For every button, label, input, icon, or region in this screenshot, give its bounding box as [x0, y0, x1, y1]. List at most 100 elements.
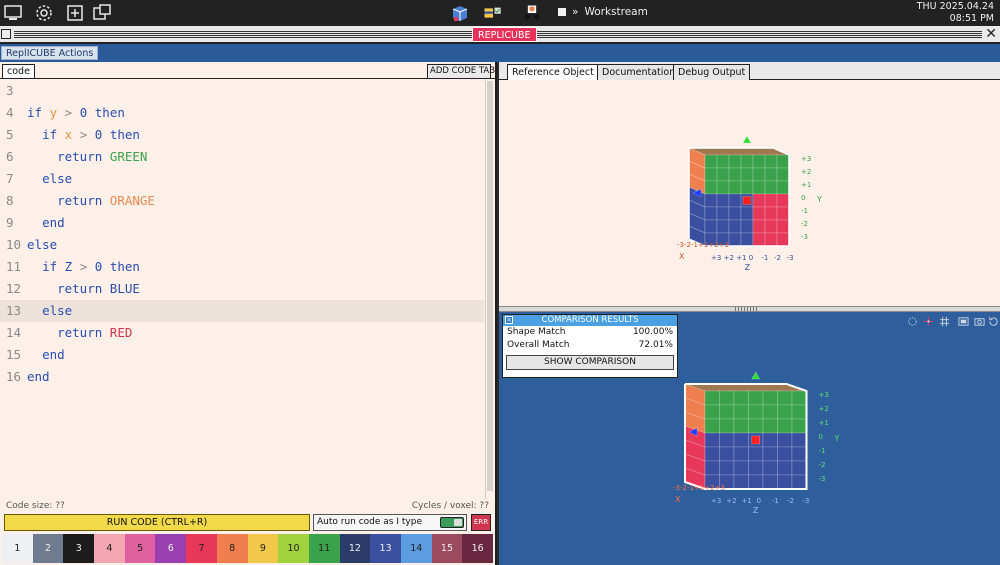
palette-swatch-9[interactable]: 9	[247, 534, 279, 563]
auto-run-toggle[interactable]	[440, 517, 464, 528]
code-line[interactable]: 13 else	[0, 300, 484, 322]
minimize-button[interactable]	[1, 29, 11, 39]
z-axis-label: Z	[753, 506, 759, 515]
front-voxel	[777, 446, 793, 462]
slice-icon[interactable]	[958, 316, 969, 327]
code-line[interactable]: 7 else	[0, 168, 484, 190]
close-icon[interactable]: ×	[505, 316, 513, 324]
axes-icon[interactable]	[923, 316, 934, 327]
palette-swatch-16[interactable]: 16	[462, 534, 493, 563]
y-tick-label: -3	[801, 233, 808, 241]
code-line[interactable]: 8 return ORANGE	[0, 190, 484, 212]
front-voxel	[733, 432, 749, 448]
line-text: else	[42, 171, 73, 186]
palette-swatch-8[interactable]: 8	[216, 534, 248, 563]
line-text: if Z > 0 then	[42, 259, 140, 274]
front-voxel	[728, 180, 742, 195]
palette-swatch-5[interactable]: 5	[124, 534, 156, 563]
code-line[interactable]: 9 end	[0, 212, 484, 234]
users-app-icon[interactable]	[522, 3, 548, 23]
add-window-icon[interactable]	[65, 3, 85, 23]
comparison-title-bar: × COMPARISON RESULTS	[503, 315, 677, 326]
palette-swatch-14[interactable]: 14	[400, 534, 432, 563]
front-voxel	[704, 446, 720, 462]
stop-icon	[558, 8, 566, 16]
front-voxel	[764, 193, 778, 208]
camera-icon[interactable]	[974, 316, 985, 327]
code-line[interactable]: 15 end	[0, 344, 484, 366]
code-line[interactable]: 4 if y > 0 then	[0, 102, 484, 124]
code-line[interactable]: 10 else	[0, 234, 484, 256]
reference-cube: +3+2+10-1-2-3Y+3 +2 +1 0 -1 -2 -3Z-3-2-1+1+2+3…	[677, 135, 822, 272]
line-number: 15	[6, 347, 22, 362]
scrollbar-thumb[interactable]	[487, 81, 493, 491]
auto-run-toggle-row[interactable]: Auto run code as I type	[313, 514, 467, 531]
palette-swatch-3[interactable]: 3	[63, 534, 95, 563]
close-icon[interactable]: ✕	[985, 27, 997, 41]
editor-scrollbar[interactable]	[485, 79, 494, 499]
error-button[interactable]: ERR	[471, 514, 491, 531]
front-voxel	[777, 460, 793, 476]
code-tab[interactable]: code	[2, 64, 35, 79]
code-editor[interactable]: 3 4 if y > 0 then 5 if x > 0 then 6 return G…	[0, 79, 484, 499]
palette-swatch-15[interactable]: 15	[431, 534, 463, 563]
y-axis-marker	[751, 371, 761, 380]
gear-icon[interactable]	[34, 3, 54, 23]
code-line[interactable]: 5 if x > 0 then	[0, 124, 484, 146]
clock: THU 2025.04.24 08:51 PM	[917, 1, 994, 25]
front-voxel	[704, 460, 720, 476]
shape-match-row: Shape Match 100.00%	[503, 326, 677, 339]
run-code-button[interactable]: RUN CODE (CTRL+R)	[4, 514, 310, 531]
front-voxel	[719, 390, 735, 406]
front-voxel	[791, 404, 807, 420]
front-voxel	[733, 390, 749, 406]
palette-swatch-11[interactable]: 11	[308, 534, 340, 563]
tab-documentation[interactable]: Documentation	[597, 64, 681, 80]
palette-swatch-6[interactable]: 6	[155, 534, 187, 563]
monitor-icon[interactable]	[3, 3, 23, 23]
tab-reference-object[interactable]: Reference Object	[507, 64, 599, 80]
front-voxel	[764, 154, 778, 169]
line-number: 12	[6, 281, 22, 296]
line-text: if x > 0 then	[42, 127, 140, 142]
cube-app-icon[interactable]	[450, 3, 472, 23]
palette-swatch-13[interactable]: 13	[370, 534, 401, 563]
code-line[interactable]: 3	[0, 80, 484, 102]
line-text: else	[42, 303, 73, 318]
palette-swatch-4[interactable]: 4	[94, 534, 125, 563]
code-line[interactable]: 6 return GREEN	[0, 146, 484, 168]
windows-icon[interactable]	[92, 3, 112, 23]
palette-swatch-12[interactable]: 12	[339, 534, 371, 563]
z-tick-label: -2	[774, 254, 781, 262]
reset-view-icon[interactable]	[907, 316, 918, 327]
code-line[interactable]: 14 return RED	[0, 322, 484, 344]
add-code-tab-button[interactable]: ADD CODE TAB	[427, 64, 495, 79]
workstream[interactable]: » Workstream	[558, 6, 648, 18]
overall-match-label: Overall Match	[507, 340, 570, 350]
show-comparison-button[interactable]: SHOW COMPARISON	[506, 355, 674, 370]
tab-debug-output[interactable]: Debug Output	[673, 64, 751, 80]
line-number: 11	[6, 259, 22, 274]
files-app-icon[interactable]	[483, 3, 511, 23]
splitter-grip[interactable]	[735, 307, 757, 311]
grid-icon[interactable]	[939, 316, 950, 327]
code-line[interactable]: 12 return BLUE	[0, 278, 484, 300]
palette-swatch-1[interactable]: 1	[2, 534, 33, 563]
code-line[interactable]: 16 end	[0, 366, 484, 388]
window-title-bar[interactable]: REPLICUBE ✕	[0, 26, 1000, 44]
result-preview-view[interactable]: +3 +2 +1 0 -1 -2 -3 Y +3 +2 +1 0 -1 -2 -3 Z -3-2-1+1+2+3…	[499, 312, 1000, 565]
front-voxel	[719, 446, 735, 462]
rotate-icon[interactable]	[988, 316, 999, 327]
actions-title[interactable]: ReplICUBE Actions	[1, 46, 99, 60]
output-panel: Reference Object Documentation Debug Out…	[499, 62, 1000, 565]
front-voxel	[777, 432, 793, 448]
reference-object-view[interactable]: +3 +2 +1 0 -1 -2 -3 Y +3 +2 +1 0 -1 -2 -3 Z -3-2-1+1+2+3…	[499, 80, 1000, 306]
front-voxel	[762, 404, 778, 420]
z-tick-label: +2	[726, 497, 736, 505]
palette-swatch-10[interactable]: 10	[278, 534, 309, 563]
front-voxel	[728, 219, 742, 234]
palette-swatch-7[interactable]: 7	[186, 534, 217, 563]
front-voxel	[776, 206, 790, 221]
palette-swatch-2[interactable]: 2	[32, 534, 64, 563]
code-line[interactable]: 11 if Z > 0 then	[0, 256, 484, 278]
